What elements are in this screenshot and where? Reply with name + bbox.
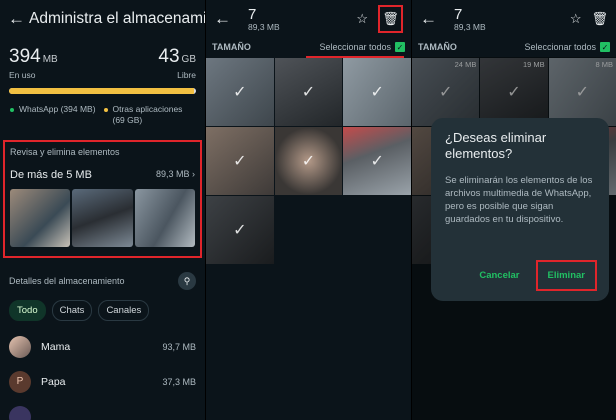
selected-count: 7 xyxy=(454,5,463,23)
filter-chips: Todo Chats Canales xyxy=(0,290,205,321)
select-all-toggle[interactable]: Seleccionar todos ✓ xyxy=(524,42,610,52)
media-item[interactable]: ✓ xyxy=(274,127,343,195)
used-value: 394 xyxy=(9,46,41,67)
media-item[interactable]: ✓ xyxy=(343,127,411,195)
details-header: Detalles del almacenamiento ⚲ xyxy=(0,258,205,290)
free-label: Libre xyxy=(177,70,196,80)
avatar xyxy=(9,335,31,358)
dialog-title: ¿Deseas eliminar elementos? xyxy=(445,130,547,161)
sort-row: TAMAÑO Seleccionar todos ✓ xyxy=(412,38,616,56)
chevron-right-icon: › xyxy=(192,169,195,179)
large-files-size: 89,3 MB xyxy=(155,169,190,179)
contact-row[interactable]: Mama 93,7 MB xyxy=(0,329,205,364)
delete-icon[interactable]: 🗑 xyxy=(591,11,608,27)
review-title: Revisa y elimina elementos xyxy=(10,147,120,157)
selected-count: 7 xyxy=(248,5,257,23)
contact-row[interactable]: P Papa 37,3 MB xyxy=(0,364,205,399)
media-item[interactable]: ✓ xyxy=(206,127,274,195)
app-bar: ← Administra el almacenamiento xyxy=(0,0,205,38)
large-files-row[interactable]: De más de 5 MB 89,3 MB › xyxy=(10,169,195,181)
review-section[interactable]: Revisa y elimina elementos De más de 5 M… xyxy=(3,140,202,258)
delete-dialog: ¿Deseas eliminar elementos? Se eliminará… xyxy=(431,118,609,301)
check-icon: ✓ xyxy=(370,153,384,170)
free-value: 43 xyxy=(158,46,180,67)
page-title: Administra el almacenamiento xyxy=(29,10,205,27)
check-icon: ✓ xyxy=(233,222,247,239)
media-item[interactable]: ✓ xyxy=(343,58,411,126)
checkbox-checked-icon[interactable]: ✓ xyxy=(395,42,405,52)
free-unit: GB xyxy=(181,54,196,65)
media-grid: ✓ ✓ ✓ ✓ ✓ ✓ ✓ xyxy=(206,56,411,264)
legend-whatsapp: WhatsApp (394 MB) xyxy=(19,104,96,114)
check-icon: ✓ xyxy=(233,153,247,170)
sort-row: TAMAÑO Seleccionar todos ✓ xyxy=(206,38,411,56)
media-thumbnail[interactable] xyxy=(72,189,133,247)
avatar: P xyxy=(9,370,31,393)
contact-name: Papa xyxy=(41,375,66,388)
dialog-body: Se eliminarán los elementos de los archi… xyxy=(445,175,593,225)
search-icon[interactable]: ⚲ xyxy=(178,272,196,290)
large-files-label: De más de 5 MB xyxy=(10,169,92,181)
chip-channels[interactable]: Canales xyxy=(98,300,150,321)
cancel-button[interactable]: Cancelar xyxy=(479,270,519,281)
usage-bar-fill xyxy=(9,88,195,94)
back-arrow-icon[interactable]: ← xyxy=(8,9,25,29)
select-all-label: Seleccionar todos xyxy=(524,42,596,52)
check-icon: ✓ xyxy=(301,84,316,101)
thumbnail-strip xyxy=(10,189,195,247)
whatsapp-dot-icon xyxy=(10,108,14,112)
check-icon: ✓ xyxy=(301,153,316,170)
other-apps-dot-icon xyxy=(103,108,108,112)
media-item[interactable]: ✓ xyxy=(206,58,274,126)
check-icon: ✓ xyxy=(370,84,384,101)
sort-label: TAMAÑO xyxy=(212,42,251,52)
media-item[interactable]: ✓ xyxy=(206,196,274,264)
contact-size: 37,3 MB xyxy=(162,376,196,387)
used-label: En uso xyxy=(9,70,36,80)
selection-bar: ← 7 89,3 MB ☆ 🗑 xyxy=(206,0,411,38)
selected-size: 89,3 MB xyxy=(248,21,280,32)
dialog-actions: Cancelar Eliminar xyxy=(479,260,597,291)
usage-legend: WhatsApp (394 MB) Otras aplicaciones (69… xyxy=(9,104,196,126)
chip-all[interactable]: Todo xyxy=(9,300,46,321)
media-item[interactable]: ✓ xyxy=(274,58,343,126)
delete-icon[interactable]: 🗑 xyxy=(378,5,403,33)
confirm-panel: ← 7 89,3 MB ☆ 🗑 TAMAÑO Seleccionar todos… xyxy=(411,0,616,420)
selected-size: 89,3 MB xyxy=(454,21,486,32)
used-unit: MB xyxy=(42,54,58,65)
storage-panel: ← Administra el almacenamiento 394MB En … xyxy=(0,0,205,420)
legend-other-apps: Otras aplicaciones (69 GB) xyxy=(112,104,183,125)
chip-chats[interactable]: Chats xyxy=(51,300,93,321)
contact-row[interactable] xyxy=(0,399,205,420)
back-arrow-icon[interactable]: ← xyxy=(214,9,236,29)
sort-label: TAMAÑO xyxy=(418,42,457,52)
select-all-toggle[interactable]: Seleccionar todos ✓ xyxy=(319,42,405,52)
contact-name: Mama xyxy=(41,340,71,353)
media-thumbnail[interactable] xyxy=(134,189,195,247)
contact-size: 93,7 MB xyxy=(162,341,196,352)
checkbox-checked-icon[interactable]: ✓ xyxy=(600,42,610,52)
star-icon[interactable]: ☆ xyxy=(570,11,582,27)
usage-bar xyxy=(9,88,196,94)
check-icon: ✓ xyxy=(233,84,247,101)
avatar xyxy=(9,405,31,420)
details-label: Detalles del almacenamiento xyxy=(9,276,125,286)
storage-summary: 394 MB En uso 43 GB Libre WhatsApp (394 MB… xyxy=(0,38,205,126)
selection-panel: ← 7 89,3 MB ☆ 🗑 TAMAÑO Seleccionar todos… xyxy=(205,0,411,420)
selection-bar: ← 7 89,3 MB ☆ 🗑 xyxy=(412,0,616,38)
delete-confirm-button[interactable]: Eliminar xyxy=(535,260,597,291)
back-arrow-icon[interactable]: ← xyxy=(420,9,442,29)
star-icon[interactable]: ☆ xyxy=(356,11,368,27)
select-all-label: Seleccionar todos xyxy=(319,42,391,52)
media-thumbnail[interactable] xyxy=(10,189,71,247)
